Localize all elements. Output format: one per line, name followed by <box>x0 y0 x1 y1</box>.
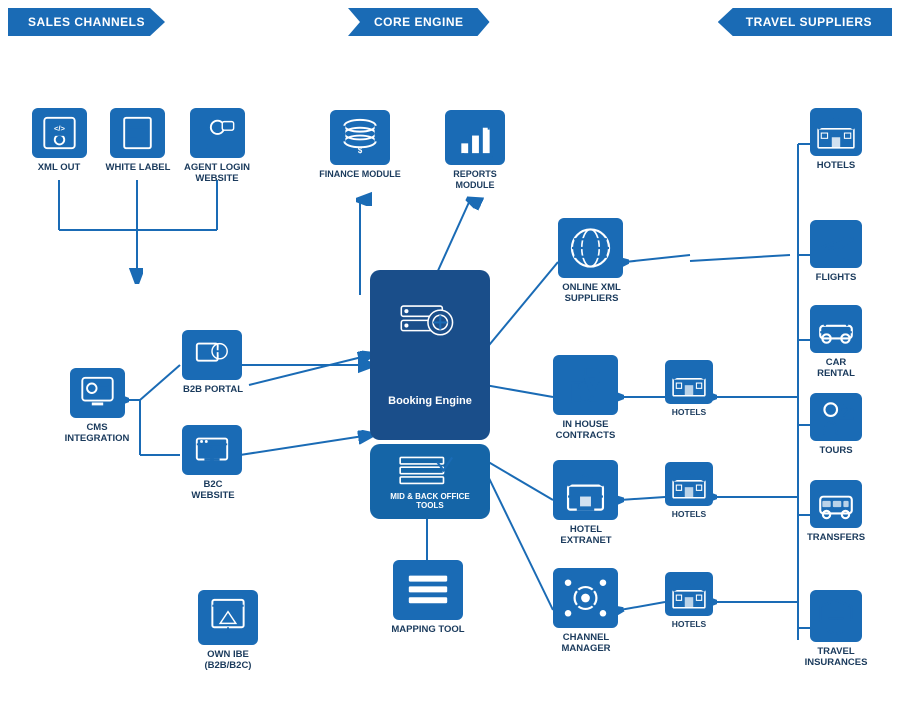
channel-manager-label: CHANNELMANAGER <box>544 632 628 655</box>
finance-module-icon: $ <box>330 110 390 165</box>
hotel-extranet-label: HOTELEXTRANET <box>544 524 628 547</box>
hotels-small-2-icon <box>665 462 713 506</box>
hotel-extranet-icon <box>553 460 618 520</box>
hotels-small-1-icon <box>665 360 713 404</box>
finance-module-label: FINANCE MODULE <box>318 169 402 180</box>
mapping-tool-label: MAPPING TOOL <box>382 624 474 635</box>
cms-integration-label: CMSINTEGRATION <box>58 422 136 445</box>
travel-suppliers-header: TRAVEL SUPPLIERS <box>718 8 892 36</box>
diagram-container: SALES CHANNELS CORE ENGINE TRAVEL SUPPLI… <box>0 0 900 727</box>
car-rental-label: CAR RENTAL <box>806 357 866 380</box>
channel-manager-icon <box>553 568 618 628</box>
car-rental-icon <box>810 305 862 353</box>
own-ibe-label: OWN IBE(B2B/B2C) <box>186 649 270 672</box>
agent-login-label: AGENT LOGINWEBSITE <box>178 162 256 185</box>
flights-icon <box>810 220 862 268</box>
tours-icon <box>810 393 862 441</box>
flights-label: FLIGHTS <box>808 272 864 283</box>
online-xml-label: ONLINE XMLSUPPLIERS <box>549 282 634 305</box>
svg-text:$: $ <box>358 146 363 155</box>
travel-insurances-icon <box>810 590 862 642</box>
booking-engine-label: Booking Engine <box>388 394 472 408</box>
reports-module-icon <box>445 110 505 165</box>
hotels-main-label: HOTELS <box>808 160 864 171</box>
sales-channels-header: SALES CHANNELS <box>8 8 165 36</box>
xml-out-icon: </> <box>32 108 87 158</box>
mapping-tool-icon <box>393 560 463 620</box>
svg-text:</>: </> <box>54 124 66 133</box>
booking-engine-box: Booking Engine <box>370 270 490 440</box>
transfers-icon <box>810 480 862 528</box>
b2b-portal-icon <box>182 330 242 380</box>
reports-module-label: REPORTS MODULE <box>433 169 517 191</box>
in-house-contracts-icon <box>553 355 618 415</box>
online-xml-icon <box>558 218 623 278</box>
hotels-small-3-icon <box>665 572 713 616</box>
transfers-label: TRANSFERS <box>806 532 866 543</box>
xml-out-label: XML OUT <box>20 162 98 173</box>
tours-label: TOURS <box>810 445 862 456</box>
hotels-small-1-label: HOTELS <box>663 407 715 417</box>
own-ibe-icon <box>198 590 258 645</box>
b2c-website-label: B2C WEBSITE <box>183 479 243 502</box>
hotels-small-2-label: HOTELS <box>663 509 715 519</box>
b2b-portal-label: B2B PORTAL <box>183 384 243 395</box>
white-label-icon <box>110 108 165 158</box>
cms-integration-icon <box>70 368 125 418</box>
b2c-website-icon <box>182 425 242 475</box>
in-house-contracts-label: IN HOUSECONTRACTS <box>542 419 629 442</box>
mid-back-office-label: MID & BACK OFFICE TOOLS <box>378 492 482 510</box>
white-label-label: WHITE LABEL <box>98 162 178 173</box>
hotels-small-3-label: HOTELS <box>663 619 715 629</box>
agent-login-icon <box>190 108 245 158</box>
hotels-main-icon <box>810 108 862 156</box>
travel-insurances-label: TRAVELINSURANCES <box>804 646 868 669</box>
core-engine-header: CORE ENGINE <box>348 8 490 36</box>
mid-back-office-box: MID & BACK OFFICE TOOLS <box>370 444 490 519</box>
